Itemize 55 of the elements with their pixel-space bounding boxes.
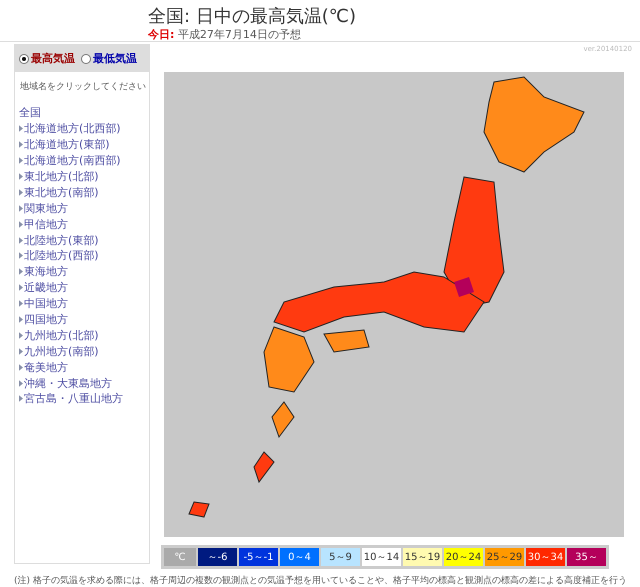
triangle-icon bbox=[19, 157, 23, 164]
region-link[interactable]: 九州地方(北部) bbox=[24, 328, 99, 343]
region-link[interactable]: 沖縄・大東島地方 bbox=[24, 376, 112, 391]
legend-swatch: 15～19 bbox=[403, 548, 442, 566]
region-link[interactable]: 北陸地方(西部) bbox=[24, 248, 99, 264]
legend-swatch: 35～ bbox=[567, 548, 606, 566]
legend-swatch: 5～9 bbox=[321, 548, 360, 566]
forecast-date: 平成27年7月14日の予想 bbox=[178, 28, 301, 41]
triangle-icon bbox=[19, 252, 23, 260]
legend-swatch: ～-6 bbox=[198, 548, 237, 566]
triangle-icon bbox=[19, 395, 23, 402]
region-link[interactable]: 東北地方(南部) bbox=[24, 184, 99, 200]
legend-swatch: 25～29 bbox=[485, 548, 524, 566]
footnote-text: (注) 格子の気温を求める際には、格子周辺の複数の観測点との気温予想を用いていることや、格子平均の標高と観測点の標高の差による高度補正を行う bbox=[14, 574, 627, 587]
region-link[interactable]: 甲信地方 bbox=[24, 216, 68, 232]
region-link[interactable]: 四国地方 bbox=[24, 312, 68, 328]
region-link[interactable]: 北海道地方(南西部) bbox=[24, 153, 121, 168]
legend-swatch: -5～-1 bbox=[239, 548, 278, 566]
triangle-icon bbox=[19, 141, 23, 148]
triangle-icon bbox=[19, 173, 23, 180]
triangle-icon bbox=[19, 236, 23, 244]
triangle-icon bbox=[19, 125, 23, 132]
instruction-text: 地域名をクリックしてください bbox=[20, 80, 146, 93]
region-link[interactable]: 九州地方(南部) bbox=[24, 344, 99, 359]
region-link[interactable]: 東北地方(北部) bbox=[24, 169, 99, 184]
unit-label: ℃ bbox=[164, 548, 196, 566]
region-link[interactable]: 東海地方 bbox=[24, 264, 68, 280]
triangle-icon bbox=[19, 204, 23, 212]
date-label: 今日: bbox=[148, 28, 174, 41]
triangle-icon bbox=[19, 332, 23, 339]
temperature-radio[interactable]: 最低気温 bbox=[81, 51, 137, 66]
legend-swatch: 10～14 bbox=[362, 548, 401, 566]
triangle-icon bbox=[19, 188, 23, 196]
legend-swatch: 20～24 bbox=[444, 548, 483, 566]
legend-swatch: 30～34 bbox=[526, 548, 565, 566]
triangle-icon bbox=[19, 220, 23, 228]
triangle-icon bbox=[19, 268, 23, 276]
triangle-icon bbox=[19, 364, 23, 371]
triangle-icon bbox=[19, 300, 23, 308]
triangle-icon bbox=[19, 348, 23, 355]
region-link[interactable]: 近畿地方 bbox=[24, 280, 68, 296]
region-link[interactable]: 全国 bbox=[19, 105, 41, 120]
legend-swatch: 0～4 bbox=[280, 548, 319, 566]
triangle-icon bbox=[19, 316, 23, 324]
region-link[interactable]: 関東地方 bbox=[24, 200, 68, 216]
region-link[interactable]: 北海道地方(東部) bbox=[24, 137, 110, 152]
region-link[interactable]: 宮古島・八重山地方 bbox=[24, 391, 123, 406]
region-link[interactable]: 中国地方 bbox=[24, 296, 68, 312]
region-link[interactable]: 北海道地方(北西部) bbox=[24, 121, 121, 136]
triangle-icon bbox=[19, 284, 23, 292]
temperature-radio[interactable]: 最高気温 bbox=[19, 51, 75, 66]
page-title: 全国: 日中の最高気温(℃) bbox=[148, 5, 356, 28]
region-link[interactable]: 北陸地方(東部) bbox=[24, 232, 99, 248]
region-link[interactable]: 奄美地方 bbox=[24, 360, 68, 375]
triangle-icon bbox=[19, 380, 23, 387]
